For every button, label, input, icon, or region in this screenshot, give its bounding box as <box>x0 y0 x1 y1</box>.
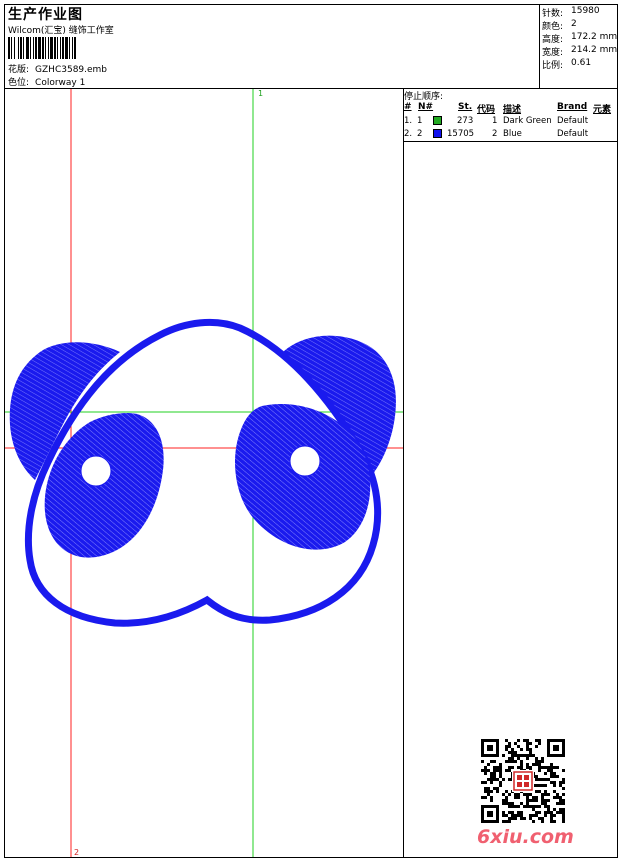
col-brand: Brand <box>557 102 588 112</box>
seal-stamp <box>512 770 534 792</box>
green-guide-label: 1 <box>258 89 263 98</box>
row2-color-swatch <box>433 129 442 138</box>
row1-brand: Default <box>557 116 589 126</box>
watermark-text: 6xiu.com <box>477 826 574 848</box>
sequence-title: 停止顺序: <box>404 92 444 102</box>
row2-description: Blue <box>503 129 522 139</box>
colorway-value: Colorway 1 <box>35 78 86 88</box>
red-guide-label: 2 <box>74 848 79 857</box>
row2-needle: 2 <box>417 129 423 139</box>
col-hash: # <box>404 102 412 112</box>
stat-colors: 颜色: 2 <box>542 19 577 32</box>
row2-brand: Default <box>557 129 589 139</box>
colorway-label: 色位: <box>8 78 30 88</box>
row2-num: 2. <box>404 129 413 139</box>
row1-num: 1. <box>404 116 413 126</box>
stat-width: 宽度: 214.2 mm <box>542 45 618 58</box>
col-code: 代码 <box>477 105 496 115</box>
row1-stitches: 273 <box>457 116 474 126</box>
colorway-row: 色位: Colorway 1 <box>8 75 85 88</box>
design-value: GZHC3589.emb <box>35 65 108 75</box>
row2-stitches: 15705 <box>447 129 475 139</box>
left-eye <box>80 455 112 487</box>
embroidery-design-canvas: 1 2 <box>5 89 403 857</box>
col-description: 描述 <box>503 105 522 115</box>
col-element: 元素 <box>593 105 612 115</box>
stat-height: 高度: 172.2 mm <box>542 32 618 45</box>
stat-scale: 比例: 0.61 <box>542 58 592 71</box>
col-stitches: St. <box>458 102 473 112</box>
row1-needle: 1 <box>417 116 423 126</box>
qr-code <box>481 739 565 823</box>
sequence-divider <box>403 88 404 858</box>
right-eye <box>289 445 321 477</box>
design-label: 花版: <box>8 65 30 75</box>
row1-description: Dark Green <box>503 116 552 126</box>
stat-stitches: 针数: 15980 <box>542 6 600 19</box>
barcode <box>8 37 76 59</box>
sequence-bottom-rule <box>403 141 618 142</box>
design-file-row: 花版: GZHC3589.emb <box>8 62 107 75</box>
stats-divider <box>539 4 540 89</box>
company-name: Wilcom(汇宝) 缝饰工作室 <box>8 26 114 36</box>
col-needle: N# <box>418 102 434 112</box>
row2-code: 2 <box>492 129 498 139</box>
sheet-title: 生产作业图 <box>8 7 83 23</box>
row1-color-swatch <box>433 116 442 125</box>
row1-code: 1 <box>492 116 498 126</box>
